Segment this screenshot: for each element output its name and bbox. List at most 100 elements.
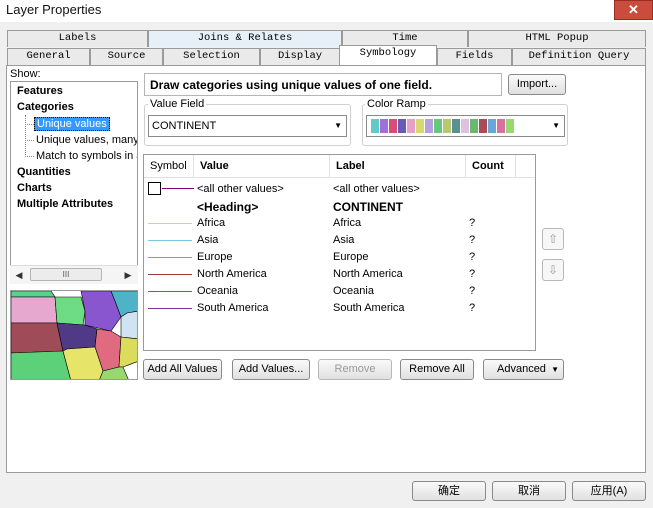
value-field-label: Value Field bbox=[148, 98, 207, 110]
color-ramp-swatch bbox=[443, 119, 451, 133]
symbol-checkbox[interactable] bbox=[148, 182, 161, 195]
cell-label[interactable]: North America bbox=[333, 268, 403, 280]
advanced-label: Advanced bbox=[497, 363, 546, 375]
add-all-values-button[interactable]: Add All Values bbox=[143, 359, 222, 380]
cell-count: ? bbox=[469, 234, 476, 246]
value-field-value: CONTINENT bbox=[152, 120, 217, 132]
cell-count: ? bbox=[469, 251, 476, 263]
cell-count: ? bbox=[469, 268, 476, 280]
show-label: Show: bbox=[10, 68, 41, 80]
cell-label[interactable]: Asia bbox=[333, 234, 354, 246]
unique-values-table[interactable]: Symbol Value Label Count <all other valu… bbox=[143, 154, 536, 351]
cell-value[interactable]: <Heading> bbox=[197, 200, 258, 214]
tree-features[interactable]: Features bbox=[17, 85, 63, 97]
cell-count: ? bbox=[469, 285, 476, 297]
cell-label[interactable]: <all other values> bbox=[333, 183, 420, 195]
color-ramp-swatch bbox=[506, 119, 514, 133]
color-ramp-swatch bbox=[389, 119, 397, 133]
color-ramp-swatch bbox=[452, 119, 460, 133]
tab-fields[interactable]: Fields bbox=[437, 48, 512, 65]
tab-general[interactable]: General bbox=[7, 48, 90, 65]
color-ramp-label: Color Ramp bbox=[365, 98, 428, 110]
renderer-tree: Features Categories Unique values Unique… bbox=[10, 81, 138, 284]
cell-count: ? bbox=[469, 302, 476, 314]
cell-label[interactable]: CONTINENT bbox=[333, 200, 403, 214]
scroll-right-icon[interactable]: ▶ bbox=[120, 267, 136, 283]
color-ramp-swatch bbox=[416, 119, 424, 133]
symbol-line bbox=[148, 257, 192, 258]
symbol-line bbox=[148, 274, 192, 275]
symbol-line bbox=[148, 240, 192, 241]
chevron-down-icon: ▼ bbox=[552, 121, 560, 130]
cell-value[interactable]: Asia bbox=[197, 234, 218, 246]
tab-source[interactable]: Source bbox=[90, 48, 163, 65]
tree-connector bbox=[25, 124, 34, 125]
tree-connector bbox=[25, 156, 34, 157]
tree-charts[interactable]: Charts bbox=[17, 182, 52, 194]
add-values-button[interactable]: Add Values... bbox=[232, 359, 310, 380]
ok-button[interactable]: 确定 bbox=[412, 481, 486, 501]
tree-unique-values-many[interactable]: Unique values, many bbox=[36, 134, 137, 146]
tab-joins-relates[interactable]: Joins & Relates bbox=[148, 30, 342, 47]
remove-button[interactable]: Remove bbox=[318, 359, 392, 380]
tab-definition-query[interactable]: Definition Query bbox=[512, 48, 646, 65]
cell-label[interactable]: Africa bbox=[333, 217, 361, 229]
cell-value[interactable]: Oceania bbox=[197, 285, 238, 297]
tree-multiple-attributes[interactable]: Multiple Attributes bbox=[17, 198, 113, 210]
remove-all-button[interactable]: Remove All bbox=[400, 359, 474, 380]
move-up-button[interactable]: ⇧ bbox=[542, 228, 564, 250]
tree-connector bbox=[25, 115, 27, 157]
cell-label[interactable]: Oceania bbox=[333, 285, 374, 297]
cell-label[interactable]: South America bbox=[333, 302, 405, 314]
header-value[interactable]: Value bbox=[194, 155, 330, 177]
apply-button[interactable]: 应用(A) bbox=[572, 481, 646, 501]
import-button[interactable]: Import... bbox=[508, 74, 566, 95]
advanced-button[interactable]: Advanced ▼ bbox=[483, 359, 564, 380]
window-title: Layer Properties bbox=[6, 2, 102, 17]
color-ramp-swatch bbox=[497, 119, 505, 133]
cell-value[interactable]: Africa bbox=[197, 217, 225, 229]
symbol-line bbox=[148, 308, 192, 309]
header-count[interactable]: Count bbox=[466, 155, 516, 177]
color-ramp-swatch bbox=[461, 119, 469, 133]
cell-label[interactable]: Europe bbox=[333, 251, 368, 263]
arrow-down-icon: ⇩ bbox=[547, 263, 559, 277]
tree-unique-values[interactable]: Unique values bbox=[34, 117, 110, 131]
tab-html-popup[interactable]: HTML Popup bbox=[468, 30, 646, 47]
color-ramp-swatch bbox=[470, 119, 478, 133]
symbol-line bbox=[148, 223, 192, 224]
tab-labels[interactable]: Labels bbox=[7, 30, 148, 47]
scroll-thumb[interactable]: III bbox=[30, 268, 102, 281]
close-button[interactable]: ✕ bbox=[614, 0, 653, 20]
renderer-description: Draw categories using unique values of o… bbox=[144, 73, 502, 96]
color-ramp-select[interactable]: ▼ bbox=[366, 115, 565, 137]
cell-count: ? bbox=[469, 217, 476, 229]
cell-value[interactable]: South America bbox=[197, 302, 269, 314]
tab-symbology[interactable]: Symbology bbox=[339, 45, 437, 65]
tab-selection[interactable]: Selection bbox=[163, 48, 260, 65]
cell-value[interactable]: <all other values> bbox=[197, 183, 284, 195]
scroll-left-icon[interactable]: ◀ bbox=[11, 267, 27, 283]
color-ramp-swatch bbox=[425, 119, 433, 133]
value-field-select[interactable]: CONTINENT ▼ bbox=[148, 115, 347, 137]
tree-match-symbols[interactable]: Match to symbols in a bbox=[36, 150, 137, 162]
chevron-down-icon: ▼ bbox=[334, 121, 342, 130]
tree-categories[interactable]: Categories bbox=[17, 101, 74, 113]
header-label[interactable]: Label bbox=[330, 155, 466, 177]
header-symbol[interactable]: Symbol bbox=[144, 155, 194, 177]
cell-value[interactable]: North America bbox=[197, 268, 267, 280]
color-ramp-swatch bbox=[479, 119, 487, 133]
tree-quantities[interactable]: Quantities bbox=[17, 166, 71, 178]
tab-display[interactable]: Display bbox=[260, 48, 340, 65]
map-preview-image bbox=[10, 290, 138, 380]
color-ramp-swatch bbox=[371, 119, 379, 133]
arrow-up-icon: ⇧ bbox=[547, 232, 559, 246]
cell-value[interactable]: Europe bbox=[197, 251, 232, 263]
color-ramp-swatch bbox=[434, 119, 442, 133]
move-down-button[interactable]: ⇩ bbox=[542, 259, 564, 281]
color-ramp-swatch bbox=[488, 119, 496, 133]
symbol-line bbox=[162, 188, 194, 189]
color-ramp-swatch bbox=[398, 119, 406, 133]
chevron-down-icon: ▼ bbox=[551, 365, 559, 374]
cancel-button[interactable]: 取消 bbox=[492, 481, 566, 501]
